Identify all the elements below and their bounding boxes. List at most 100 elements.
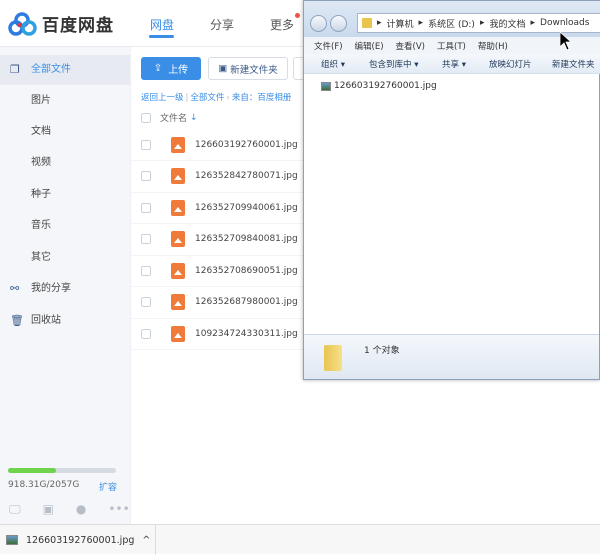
file-row[interactable]: 126352709840081.jpg: [131, 224, 306, 256]
upload-icon: ⇪: [153, 63, 163, 74]
file-panel: ⇪ 上传 ▣ 新建文件夹 返回上一级 | 全部文件 › 来自：百度相册 文件名 ↓ 1266…: [130, 47, 313, 524]
storage-progress-fill: [8, 468, 57, 473]
forward-button[interactable]: [330, 15, 347, 32]
row-checkbox[interactable]: [141, 202, 151, 213]
sidebar-item-label: 我的分享: [31, 283, 71, 294]
menu-view[interactable]: 查看(V): [396, 40, 425, 52]
file-row[interactable]: 126352842780071.jpg: [131, 161, 306, 193]
menu-tools[interactable]: 工具(T): [437, 40, 466, 52]
path-segment[interactable]: 系统区 (D:): [428, 17, 475, 30]
tab-share[interactable]: 分享: [210, 16, 234, 33]
expand-storage-link[interactable]: 扩容: [99, 480, 117, 493]
new-folder-button[interactable]: ▣ 新建文件夹: [208, 57, 288, 80]
sidebar-item-label: 全部文件: [31, 64, 71, 75]
trash-icon: 🗑: [10, 314, 24, 327]
file-row[interactable]: 126352687980001.jpg: [131, 287, 306, 319]
path-segment[interactable]: Downloads: [540, 18, 589, 28]
sidebar-item-videos[interactable]: 视频: [0, 148, 130, 178]
menu-help[interactable]: 帮助(H): [478, 40, 508, 52]
command-bar: 组织 ▾ 包含到库中 ▾ 共享 ▾ 放映幻灯片 新建文件夹: [304, 54, 600, 74]
sidebar-item-images[interactable]: 图片: [0, 86, 130, 116]
apple-icon[interactable]: ●: [76, 502, 86, 517]
sidebar-item-label: 回收站: [31, 315, 61, 326]
include-in-library-button[interactable]: 包含到库中 ▾: [369, 58, 418, 70]
share-icon: ⚯: [10, 282, 20, 295]
breadcrumb-back[interactable]: 返回上一级: [141, 93, 184, 103]
baidu-netdisk-app: 百度网盘 网盘 分享 更多 ❐ 全部文件 图片 文档 视频 种子 音乐 其它 ⚯ 我…: [0, 0, 600, 524]
breadcrumb-all-files[interactable]: 全部文件: [190, 93, 224, 103]
path-segment[interactable]: 我的文档: [489, 17, 525, 30]
column-filename[interactable]: 文件名: [160, 111, 187, 124]
row-checkbox[interactable]: [141, 139, 151, 150]
chevron-right-icon: ▸: [377, 18, 382, 28]
explorer-window: ▸ 计算机 ▸ 系统区 (D:) ▸ 我的文档 ▸ Downloads 文件(F) 编辑…: [303, 0, 600, 380]
row-checkbox[interactable]: [141, 328, 151, 339]
logo-text: 百度网盘: [42, 16, 114, 36]
sidebar-item-documents[interactable]: 文档: [0, 117, 130, 147]
image-file-icon: [171, 168, 185, 184]
file-row[interactable]: 126352708690051.jpg: [131, 255, 306, 287]
baidu-cloud-logo-icon: [8, 11, 37, 36]
image-file-icon: [6, 535, 18, 545]
download-item[interactable]: 126603192760001.jpg ^: [6, 525, 156, 555]
files-icon: ❐: [10, 63, 20, 76]
row-checkbox[interactable]: [141, 265, 151, 276]
select-all-checkbox[interactable]: [141, 112, 151, 123]
sidebar-item-all-files[interactable]: ❐ 全部文件: [0, 55, 130, 85]
address-bar[interactable]: ▸ 计算机 ▸ 系统区 (D:) ▸ 我的文档 ▸ Downloads: [357, 13, 600, 33]
chevron-right-icon: ▸: [479, 18, 485, 28]
storage-progress: [8, 468, 116, 473]
file-row[interactable]: 126603192760001.jpg: [131, 129, 306, 161]
file-row[interactable]: 109234724330311.jpg: [131, 318, 306, 350]
image-file-icon: [171, 199, 185, 216]
file-item[interactable]: 126603192760001.jpg: [321, 81, 437, 91]
logo: 百度网盘: [8, 11, 114, 36]
sidebar-item-music[interactable]: 音乐: [0, 211, 130, 241]
device-links: 🖵 ▣ ● •••: [9, 502, 130, 517]
back-button[interactable]: [310, 15, 327, 32]
upload-button[interactable]: ⇪ 上传: [141, 57, 201, 80]
file-name: 109234724330311.jpg: [195, 328, 298, 339]
new-folder-label: 新建文件夹: [230, 64, 278, 76]
file-name: 126352842780071.jpg: [195, 171, 298, 181]
row-checkbox[interactable]: [141, 297, 151, 307]
column-header: 文件名 ↓: [141, 111, 198, 124]
chevron-up-icon[interactable]: ^: [142, 535, 150, 546]
sidebar-item-recycle-bin[interactable]: 🗑 回收站: [0, 306, 130, 336]
tab-netdisk[interactable]: 网盘: [150, 16, 174, 33]
more-icon[interactable]: •••: [108, 502, 129, 517]
sidebar-item-torrents[interactable]: 种子: [0, 180, 130, 210]
row-checkbox[interactable]: [141, 234, 151, 244]
storage-text: 918.31G/2057G: [8, 480, 80, 490]
path-segment[interactable]: 计算机: [387, 17, 414, 30]
breadcrumb: 返回上一级 | 全部文件 › 来自：百度相册: [141, 93, 292, 103]
item-count: 1 个对象: [364, 346, 400, 356]
slideshow-button[interactable]: 放映幻灯片: [489, 58, 532, 70]
organize-button[interactable]: 组织 ▾: [321, 58, 345, 70]
file-name: 126352708690051.jpg: [195, 265, 298, 276]
menu-edit[interactable]: 编辑(E): [355, 40, 384, 52]
file-name: 126352687980001.jpg: [195, 297, 298, 307]
android-icon[interactable]: ▣: [43, 502, 54, 517]
menu-bar: 文件(F) 编辑(E) 查看(V) 工具(T) 帮助(H): [304, 37, 600, 54]
sidebar-item-my-shares[interactable]: ⚯ 我的分享: [0, 274, 130, 304]
notification-dot: [295, 13, 300, 18]
sort-down-icon[interactable]: ↓: [190, 113, 198, 123]
file-name: 126352709940061.jpg: [195, 202, 298, 213]
chevron-right-icon: ▸: [418, 18, 424, 28]
file-name: 126352709840081.jpg: [195, 234, 298, 244]
share-with-button[interactable]: 共享 ▾: [442, 58, 466, 70]
active-tab-indicator: [149, 35, 174, 38]
sidebar-item-other[interactable]: 其它: [0, 243, 130, 273]
image-file-icon: [171, 325, 185, 342]
breadcrumb-source[interactable]: 来自：百度相册: [232, 93, 292, 103]
new-folder-button[interactable]: 新建文件夹: [552, 58, 595, 70]
menu-file[interactable]: 文件(F): [314, 40, 343, 52]
sidebar-item-label: 音乐: [31, 220, 51, 231]
desktop-icon[interactable]: 🖵: [9, 502, 21, 517]
row-checkbox[interactable]: [141, 171, 151, 181]
mouse-cursor-icon: [560, 32, 572, 50]
file-row[interactable]: 126352709940061.jpg: [131, 192, 306, 224]
tab-more[interactable]: 更多: [270, 16, 294, 33]
sidebar-item-label: 图片: [31, 95, 51, 106]
